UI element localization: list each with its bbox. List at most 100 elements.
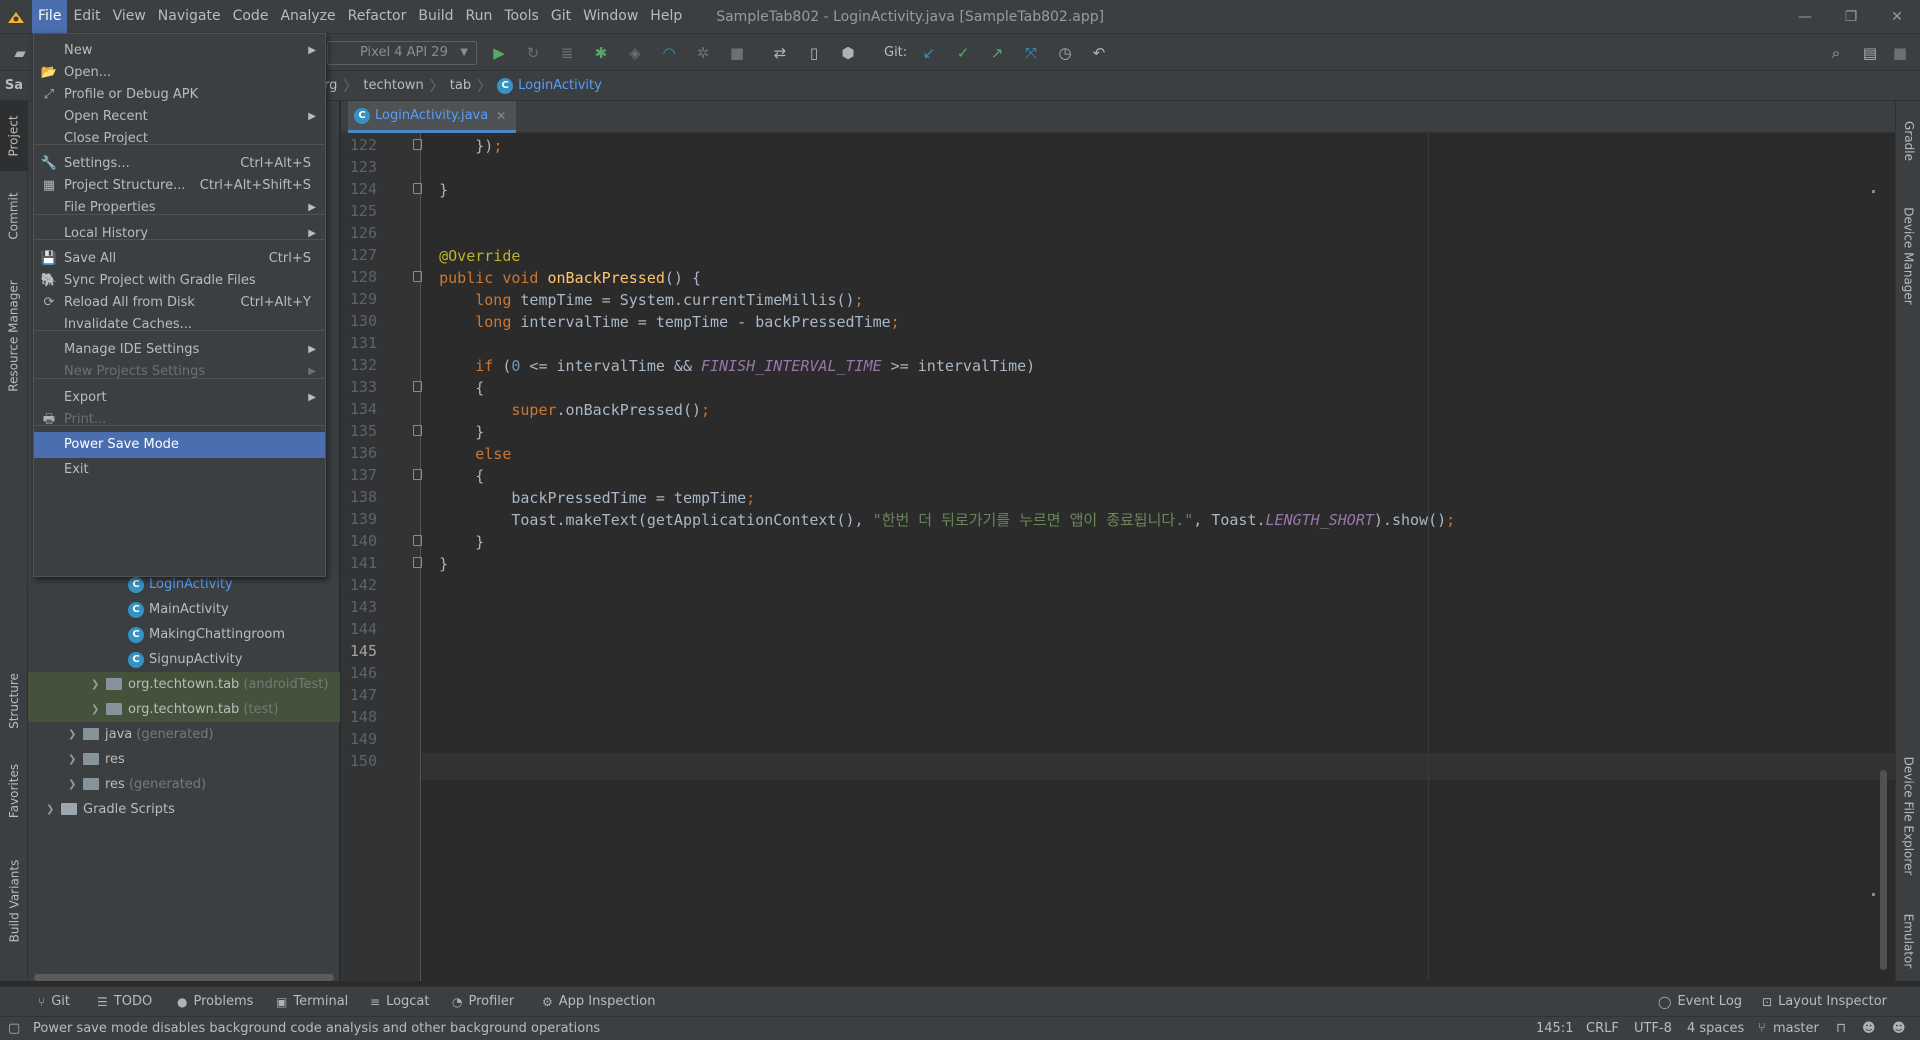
tree-item-makingchattingroom[interactable]: C MakingChattingroom bbox=[28, 622, 340, 647]
file-menu-item-local-history[interactable]: Local History ▶ bbox=[34, 221, 325, 247]
feedback-icon[interactable]: ☻ bbox=[1862, 1017, 1876, 1040]
menu-analyze[interactable]: Analyze bbox=[274, 0, 341, 33]
expand-arrow-icon[interactable]: ❯ bbox=[91, 697, 99, 722]
bottom-tab-layout-inspector[interactable]: ⊡ Layout Inspector bbox=[1762, 987, 1887, 1017]
history-icon[interactable]: ◷ bbox=[1055, 43, 1075, 63]
menu-build[interactable]: Build bbox=[412, 0, 459, 33]
git-branch[interactable]: master bbox=[1773, 1017, 1819, 1040]
bottom-tab-event-log[interactable]: ◯ Event Log bbox=[1658, 987, 1742, 1017]
profile-icon[interactable]: ◠ bbox=[659, 43, 679, 63]
attach-debugger-icon[interactable]: ✲ bbox=[693, 43, 713, 63]
editor-scrollbar[interactable] bbox=[1880, 770, 1887, 970]
tree-item-java[interactable]: ❯ java (generated) bbox=[28, 722, 340, 747]
bottom-tab-app-inspection[interactable]: ⚙ App Inspection bbox=[542, 987, 655, 1017]
menu-help[interactable]: Help bbox=[644, 0, 688, 33]
file-encoding[interactable]: UTF-8 bbox=[1634, 1017, 1672, 1040]
minimize-button[interactable]: — bbox=[1782, 0, 1828, 33]
git-merge-icon[interactable]: ⤧ bbox=[1021, 43, 1041, 63]
close-window-button[interactable]: ✕ bbox=[1874, 0, 1920, 33]
tree-item-org-techtown-tab[interactable]: ❯ org.techtown.tab (androidTest) bbox=[28, 672, 340, 697]
tab-commit[interactable]: Commit bbox=[0, 181, 28, 251]
fold-marker-icon[interactable] bbox=[413, 139, 422, 150]
fold-marker-icon[interactable] bbox=[413, 425, 422, 436]
file-menu-item-close-project[interactable]: Close Project bbox=[34, 126, 325, 152]
run-icon[interactable]: ▶ bbox=[489, 43, 509, 63]
menu-git[interactable]: Git bbox=[545, 0, 577, 33]
debug-icon[interactable]: ✱ bbox=[591, 43, 611, 63]
expand-arrow-icon[interactable]: ❯ bbox=[68, 722, 76, 747]
restore-button[interactable]: ❐ bbox=[1828, 0, 1874, 33]
menu-view[interactable]: View bbox=[107, 0, 152, 33]
tree-item-mainactivity[interactable]: C MainActivity bbox=[28, 597, 340, 622]
fold-marker-icon[interactable] bbox=[413, 469, 422, 480]
search-icon[interactable]: ⌕ bbox=[1826, 43, 1846, 63]
tab-gradle[interactable]: Gradle bbox=[1896, 106, 1920, 176]
tab-project[interactable]: Project bbox=[0, 101, 28, 171]
tree-item-signupactivity[interactable]: C SignupActivity bbox=[28, 647, 340, 672]
coverage-icon[interactable]: ◈ bbox=[625, 43, 645, 63]
line-separator[interactable]: CRLF bbox=[1586, 1017, 1619, 1040]
menu-tools[interactable]: Tools bbox=[498, 0, 545, 33]
tab-build-variants[interactable]: Build Variants bbox=[0, 846, 28, 956]
tab-resource-manager[interactable]: Resource Manager bbox=[0, 261, 28, 411]
lock-icon[interactable]: ⊓ bbox=[1836, 1017, 1846, 1040]
project-structure-icon[interactable]: ▤ bbox=[1860, 43, 1880, 63]
file-menu-item-exit[interactable]: Exit bbox=[34, 457, 325, 483]
tab-favorites[interactable]: Favorites bbox=[0, 751, 28, 831]
bottom-tab-git[interactable]: ⑂ Git bbox=[38, 987, 70, 1017]
close-tab-icon[interactable]: ✕ bbox=[496, 109, 506, 123]
tree-item-org-techtown-tab[interactable]: ❯ org.techtown.tab (test) bbox=[28, 697, 340, 722]
apply-code-changes-icon[interactable]: ≣ bbox=[557, 43, 577, 63]
device-manager-icon[interactable]: ▯ bbox=[804, 43, 824, 63]
indent-setting[interactable]: 4 spaces bbox=[1687, 1017, 1744, 1040]
bottom-tab-logcat[interactable]: ≡ Logcat bbox=[370, 987, 430, 1017]
caret-position[interactable]: 145:1 bbox=[1536, 1017, 1573, 1040]
tab-device-file-explorer[interactable]: Device File Explorer bbox=[1896, 741, 1920, 891]
menu-code[interactable]: Code bbox=[227, 0, 275, 33]
bottom-tab-problems[interactable]: ● Problems bbox=[177, 987, 253, 1017]
expand-arrow-icon[interactable]: ❯ bbox=[46, 797, 54, 822]
more-icon[interactable]: ■ bbox=[1890, 43, 1910, 63]
code-editor[interactable]: }); } @Override public void onBackPresse… bbox=[422, 133, 1895, 981]
expand-arrow-icon[interactable]: ❯ bbox=[68, 747, 76, 772]
breadcrumb-item[interactable]: LoginActivity bbox=[518, 78, 602, 93]
git-push-icon[interactable]: ↗ bbox=[987, 43, 1007, 63]
editor-tab-loginactivity[interactable]: C LoginActivity.java ✕ bbox=[348, 101, 517, 133]
menu-edit[interactable]: Edit bbox=[67, 0, 106, 33]
menu-file[interactable]: File bbox=[32, 0, 68, 33]
bottom-tab-profiler[interactable]: ◔ Profiler bbox=[452, 987, 514, 1017]
horizontal-scrollbar[interactable] bbox=[34, 974, 334, 981]
bottom-tab-todo[interactable]: ☰ TODO bbox=[97, 987, 152, 1017]
file-menu-item-power-save-mode[interactable]: Power Save Mode bbox=[34, 432, 325, 458]
menu-window[interactable]: Window bbox=[577, 0, 644, 33]
toggle-tool-windows-icon[interactable]: ▢ bbox=[8, 1017, 20, 1040]
fold-marker-icon[interactable] bbox=[413, 271, 422, 282]
device-selector[interactable]: Pixel 4 API 29 ▼ bbox=[327, 41, 477, 65]
breadcrumb-item[interactable]: rg bbox=[324, 78, 337, 93]
file-menu-item-file-properties[interactable]: File Properties ▶ bbox=[34, 195, 325, 221]
apply-changes-icon[interactable]: ↻ bbox=[523, 43, 543, 63]
tab-emulator[interactable]: Emulator bbox=[1896, 901, 1920, 981]
fold-marker-icon[interactable] bbox=[413, 183, 422, 194]
menu-refactor[interactable]: Refactor bbox=[342, 0, 413, 33]
fold-marker-icon[interactable] bbox=[413, 381, 422, 392]
open-folder-icon[interactable]: ▰ bbox=[10, 43, 30, 63]
fold-marker-icon[interactable] bbox=[413, 557, 422, 568]
tree-item-res[interactable]: ❯ res (generated) bbox=[28, 772, 340, 797]
memory-indicator-icon[interactable]: ☻ bbox=[1892, 1017, 1906, 1040]
git-commit-icon[interactable]: ✓ bbox=[953, 43, 973, 63]
tree-item-res[interactable]: ❯ res bbox=[28, 747, 340, 772]
git-update-icon[interactable]: ↙ bbox=[919, 43, 939, 63]
menu-navigate[interactable]: Navigate bbox=[152, 0, 227, 33]
sdk-manager-icon[interactable]: ⬢ bbox=[838, 43, 858, 63]
bottom-tab-terminal[interactable]: ▣ Terminal bbox=[276, 987, 348, 1017]
rollback-icon[interactable]: ↶ bbox=[1089, 43, 1109, 63]
breadcrumb-item[interactable]: techtown bbox=[363, 78, 423, 93]
breadcrumb-item[interactable]: tab bbox=[450, 78, 471, 93]
file-menu-item-invalidate-caches[interactable]: Invalidate Caches... bbox=[34, 312, 325, 338]
tab-structure[interactable]: Structure bbox=[0, 661, 28, 741]
stop-icon[interactable]: ■ bbox=[727, 43, 747, 63]
tab-device-manager[interactable]: Device Manager bbox=[1896, 191, 1920, 321]
tree-item-gradle-scripts[interactable]: ❯ Gradle Scripts bbox=[28, 797, 340, 822]
expand-arrow-icon[interactable]: ❯ bbox=[91, 672, 99, 697]
